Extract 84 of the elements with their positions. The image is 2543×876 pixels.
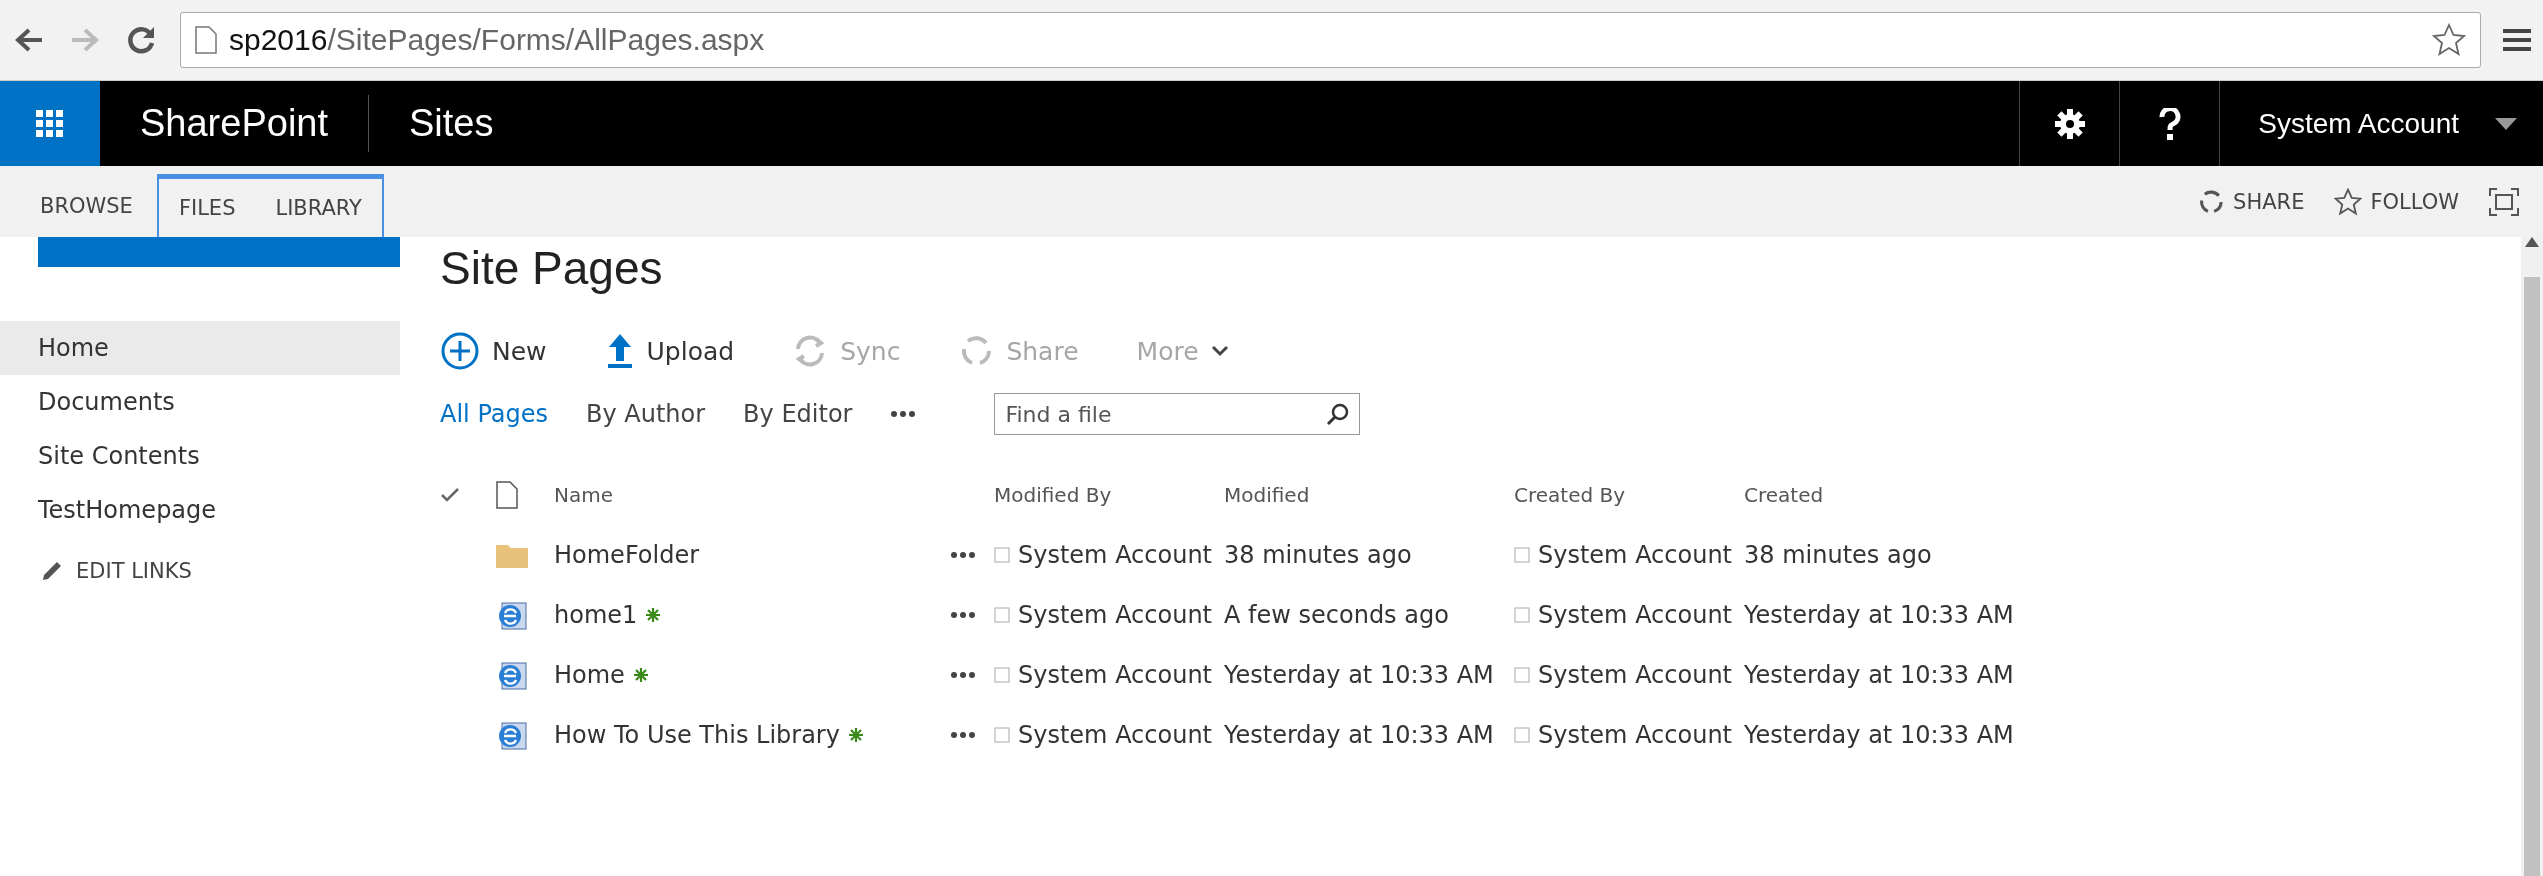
checkbox-icon[interactable] — [994, 607, 1010, 623]
table-cell: 38 minutes ago — [1224, 541, 1412, 569]
web-page-icon — [496, 599, 528, 631]
checkbox-icon[interactable] — [1514, 547, 1530, 563]
nav-link[interactable]: Home — [0, 321, 400, 375]
nav-link[interactable]: Documents — [0, 375, 400, 429]
column-header[interactable]: Name — [554, 483, 613, 507]
new-item-icon — [645, 607, 662, 623]
page-icon — [195, 26, 217, 54]
new-item-icon — [847, 727, 864, 743]
table-cell: Yesterday at 10:33 AM — [1224, 661, 1494, 689]
search-field[interactable]: Find a file — [994, 393, 1361, 435]
ellipsis-icon[interactable] — [950, 551, 976, 559]
user-name-link[interactable]: System Account — [1538, 661, 1733, 689]
star-icon — [2334, 187, 2363, 216]
search-icon[interactable] — [1326, 402, 1351, 426]
checkbox-icon[interactable] — [994, 727, 1010, 743]
column-header[interactable]: Modified — [1224, 483, 1310, 507]
new-button[interactable]: New — [440, 331, 547, 371]
user-name-link[interactable]: System Account — [1018, 601, 1213, 629]
upload-button[interactable]: Upload — [604, 332, 735, 370]
file-name-link[interactable]: HomeFolder — [554, 541, 700, 569]
user-name-link[interactable]: System Account — [1018, 661, 1213, 689]
file-name-link[interactable]: How To Use This Library — [554, 721, 840, 749]
view-link[interactable]: By Author — [586, 400, 706, 428]
help-icon — [2158, 107, 2181, 140]
checkbox-icon[interactable] — [1514, 727, 1530, 743]
address-bar[interactable]: sp2016/SitePages/Forms/AllPages.aspx — [180, 12, 2481, 68]
column-header[interactable]: Created — [1744, 483, 1824, 507]
column-header[interactable]: Modified By — [994, 483, 1112, 507]
ribbon-tab[interactable]: BROWSE — [20, 175, 153, 237]
chevron-down-icon — [1210, 345, 1229, 357]
brand-name: SharePoint — [100, 95, 369, 152]
view-link[interactable]: By Editor — [743, 400, 853, 428]
user-name-link[interactable]: System Account — [1018, 541, 1213, 569]
share-link[interactable]: SHARE — [2197, 187, 2305, 216]
grid-icon — [36, 109, 64, 138]
ellipsis-icon[interactable] — [950, 671, 976, 679]
url-text: sp2016/SitePages/Forms/AllPages.aspx — [229, 23, 765, 57]
star-icon[interactable] — [2432, 23, 2466, 57]
suite-title-link[interactable]: Sites — [369, 81, 534, 166]
menu-icon[interactable] — [2503, 27, 2531, 53]
page-title: Site Pages — [440, 241, 664, 295]
checkbox-icon[interactable] — [994, 547, 1010, 563]
web-page-icon — [496, 719, 528, 751]
app-launcher-button[interactable] — [0, 81, 100, 166]
ribbon-tab[interactable]: FILES — [158, 177, 256, 239]
user-name-link[interactable]: System Account — [1538, 541, 1733, 569]
focus-mode-icon[interactable] — [2489, 187, 2519, 216]
table-cell: Yesterday at 10:33 AM — [1224, 721, 1494, 749]
table-cell: Yesterday at 10:33 AM — [1744, 721, 2014, 749]
table-cell: Yesterday at 10:33 AM — [1744, 661, 2014, 689]
more-views-icon[interactable] — [890, 410, 917, 418]
follow-link[interactable]: FOLLOW — [2334, 187, 2459, 216]
ellipsis-icon[interactable] — [950, 611, 976, 619]
table-cell: 38 minutes ago — [1744, 541, 1932, 569]
new-item-icon — [632, 667, 649, 683]
checkmark-icon[interactable] — [440, 487, 460, 503]
settings-icon — [2053, 107, 2086, 140]
column-header[interactable]: Created By — [1514, 483, 1626, 507]
nav-link[interactable]: TestHomepage — [0, 483, 400, 537]
scrollbar[interactable] — [2521, 237, 2543, 876]
view-link[interactable]: All Pages — [440, 400, 548, 428]
plus-circle-icon — [440, 331, 480, 371]
caret-icon — [2495, 117, 2517, 130]
user-name-link[interactable]: System Account — [1538, 601, 1733, 629]
file-name-link[interactable]: home1 — [554, 601, 638, 629]
file-name-link[interactable]: Home — [554, 661, 625, 689]
checkbox-icon[interactable] — [1514, 607, 1530, 623]
scrollbar-thumb[interactable] — [2524, 277, 2540, 876]
table-cell: Yesterday at 10:33 AM — [1744, 601, 2014, 629]
user-name-link[interactable]: System Account — [1018, 721, 1213, 749]
table-cell: A few seconds ago — [1224, 601, 1449, 629]
edit-links-link[interactable]: EDIT LINKS — [0, 559, 400, 583]
user-name-link[interactable]: System Account — [1538, 721, 1733, 749]
ellipsis-icon[interactable] — [950, 731, 976, 739]
nav-link[interactable]: Site Contents — [0, 429, 400, 483]
checkbox-icon[interactable] — [1514, 667, 1530, 683]
ribbon-tab[interactable]: LIBRARY — [255, 177, 382, 239]
folder-icon — [496, 542, 528, 568]
pencil-icon — [42, 561, 62, 581]
document-icon — [496, 481, 518, 509]
checkbox-icon[interactable] — [994, 667, 1010, 683]
web-page-icon — [496, 659, 528, 691]
